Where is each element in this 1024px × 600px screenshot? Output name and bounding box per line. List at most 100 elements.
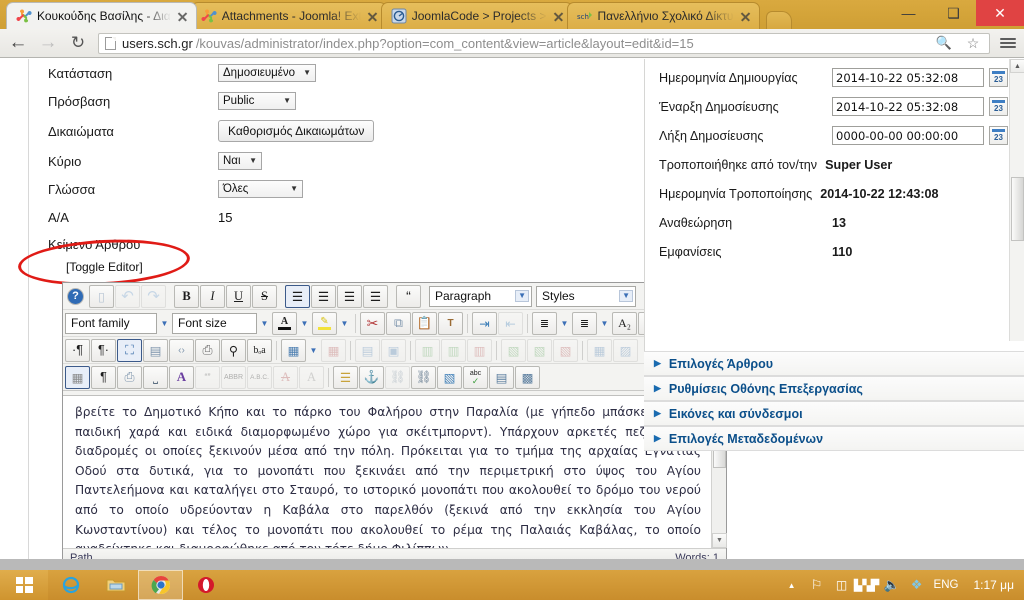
accordion-article-options[interactable]: ▶ Επιλογές Άρθρου — [644, 351, 1024, 376]
source-code-icon[interactable]: ‹› — [169, 338, 194, 362]
show-invisible-characters-icon[interactable]: ¶ — [91, 365, 116, 389]
table-row-properties-icon[interactable]: ▤ — [355, 338, 380, 362]
insert-column-before-icon[interactable]: ▧ — [501, 338, 526, 362]
calendar-icon[interactable]: 23 — [989, 97, 1008, 116]
battery-icon[interactable]: ◫ — [834, 577, 850, 593]
chevron-down-icon[interactable]: ▼ — [338, 319, 351, 328]
insert-table-icon[interactable]: ▦ — [281, 338, 306, 362]
spellcheck-icon[interactable]: abc ✓ — [463, 365, 488, 389]
font-size-select[interactable]: Font size — [172, 312, 257, 334]
set-permissions-button[interactable]: Καθορισμός Δικαιωμάτων — [218, 120, 375, 142]
template-icon[interactable]: ☰ — [333, 365, 358, 389]
indent-icon[interactable]: ⇥ — [472, 311, 497, 335]
taskbar-google-chrome[interactable] — [138, 570, 183, 600]
chevron-down-icon[interactable]: ▼ — [258, 319, 271, 328]
special-character-icon[interactable]: A — [169, 365, 194, 389]
paste-icon[interactable]: 📋 — [412, 311, 437, 335]
clock[interactable]: 1:17 μμ — [973, 578, 1014, 592]
new-document-icon[interactable]: ▯ — [89, 284, 114, 308]
close-icon[interactable] — [366, 10, 379, 23]
calendar-icon[interactable]: 23 — [989, 126, 1008, 145]
font-family-select[interactable]: Font family — [65, 312, 157, 334]
visual-aid-icon[interactable]: ▦ — [65, 365, 90, 389]
print-icon[interactable]: ⎙ — [195, 338, 220, 362]
ltr-direction-icon[interactable]: ·¶ — [65, 338, 90, 362]
underline-icon[interactable]: U — [226, 284, 251, 308]
calendar-icon[interactable]: 23 — [989, 68, 1008, 87]
taskbar-internet-explorer[interactable] — [48, 570, 93, 600]
new-tab-button[interactable] — [765, 11, 792, 29]
delete-text-icon[interactable]: A — [273, 365, 298, 389]
chevron-down-icon[interactable]: ▼ — [558, 319, 571, 328]
link-icon[interactable]: ⛓ — [411, 365, 436, 389]
align-justify-icon[interactable]: ☰ — [285, 284, 310, 308]
close-icon[interactable] — [176, 10, 189, 23]
scroll-down-icon[interactable]: ▼ — [712, 533, 727, 548]
bold-icon[interactable]: B — [174, 284, 199, 308]
created-date-input[interactable]: 2014-10-22 05:32:08 — [832, 68, 984, 87]
taskbar-file-explorer[interactable] — [93, 570, 138, 600]
chevron-down-icon[interactable]: ▼ — [298, 319, 311, 328]
language-select[interactable]: Όλες ▼ — [218, 180, 303, 198]
back-icon[interactable]: ← — [8, 32, 28, 53]
split-cells-icon[interactable]: ▦ — [587, 338, 612, 362]
reload-icon[interactable]: ↻ — [68, 33, 88, 53]
delete-table-icon[interactable]: ▦ — [321, 338, 346, 362]
highlight-color-icon[interactable]: ✎ — [312, 311, 337, 335]
strikethrough-icon[interactable]: S — [252, 284, 277, 308]
accordion-metadata-options[interactable]: ▶ Επιλογές Μεταδεδομένων — [644, 426, 1024, 451]
hamburger-menu-icon[interactable] — [1000, 35, 1016, 51]
browser-tab-2[interactable]: Attachments - Joomla! Ext — [190, 2, 387, 29]
help-icon[interactable]: ? — [67, 287, 84, 305]
paste-as-text-icon[interactable]: T — [438, 311, 463, 335]
insert-nonbreaking-space-icon[interactable]: ⎵ — [143, 365, 168, 389]
blockquote-icon[interactable]: “ — [396, 284, 421, 308]
undo-icon[interactable]: ↶ — [115, 284, 140, 308]
horizontal-rule-icon[interactable]: ▤ — [489, 365, 514, 389]
browser-tab-3[interactable]: JoomlaCode > Projects > — [380, 2, 573, 29]
insert-image-icon[interactable]: ▧ — [437, 365, 462, 389]
dropbox-icon[interactable]: ❖ — [909, 577, 925, 593]
insert-column-after-icon[interactable]: ▧ — [527, 338, 552, 362]
fullscreen-icon[interactable]: ⛶ — [117, 338, 142, 362]
editor-content-area[interactable]: βρείτε το Δημοτικό Κήπο και το πάρκο του… — [63, 395, 727, 570]
align-center-icon[interactable]: ☰ — [311, 284, 336, 308]
show-hidden-icons-icon[interactable]: ▲ — [784, 577, 800, 593]
chevron-down-icon[interactable]: ▼ — [158, 319, 171, 328]
browser-tab-4[interactable]: sch Πανελλήνιο Σχολικό Δίκτυ — [566, 2, 760, 29]
action-center-flag-icon[interactable]: ⚐ — [809, 577, 825, 593]
magnifier-icon[interactable]: 🔍 — [934, 33, 954, 53]
unlink-icon[interactable]: ⛓ — [385, 365, 410, 389]
readmore-icon[interactable]: ▩ — [515, 365, 540, 389]
maximize-button[interactable]: ❑ — [931, 0, 976, 26]
outdent-icon[interactable]: ⇤ — [498, 311, 523, 335]
insert-text-icon[interactable]: A — [299, 365, 324, 389]
delete-column-icon[interactable]: ▧ — [553, 338, 578, 362]
paragraph-format-select[interactable]: Paragraph ▼ — [429, 285, 532, 307]
status-select[interactable]: Δημοσιευμένο ▼ — [218, 64, 316, 82]
text-color-icon[interactable]: A — [272, 311, 297, 335]
table-cell-properties-icon[interactable]: ▣ — [381, 338, 406, 362]
copy-icon[interactable]: ⧉ — [386, 311, 411, 335]
keyboard-language[interactable]: ENG — [934, 579, 959, 591]
quote-icon[interactable]: “” — [195, 365, 220, 389]
numbered-list-icon[interactable]: ≣ — [532, 311, 557, 335]
scroll-up-icon[interactable]: ▲ — [1010, 59, 1024, 73]
page-break-icon[interactable]: ⎙ — [117, 365, 142, 389]
close-icon[interactable] — [739, 10, 752, 23]
align-left-icon[interactable]: ☰ — [337, 284, 362, 308]
accordion-images-links[interactable]: ▶ Εικόνες και σύνδεσμοι — [644, 401, 1024, 426]
insert-row-after-icon[interactable]: ▥ — [441, 338, 466, 362]
italic-icon[interactable]: I — [200, 284, 225, 308]
editor-body-text[interactable]: βρείτε το Δημοτικό Κήπο και το πάρκο του… — [63, 396, 711, 570]
search-icon[interactable]: ⚲ — [221, 338, 246, 362]
preview-icon[interactable]: ▤ — [143, 338, 168, 362]
close-icon[interactable] — [552, 10, 565, 23]
redo-icon[interactable]: ↷ — [141, 284, 166, 308]
abbreviation-icon[interactable]: ABBR — [221, 365, 246, 389]
align-right-icon[interactable]: ☰ — [363, 284, 388, 308]
subscript-icon[interactable]: A₂ — [612, 311, 637, 335]
anchor-icon[interactable]: ⚓ — [359, 365, 384, 389]
chevron-down-icon[interactable]: ▼ — [598, 319, 611, 328]
scrollbar-thumb[interactable] — [1011, 177, 1024, 241]
